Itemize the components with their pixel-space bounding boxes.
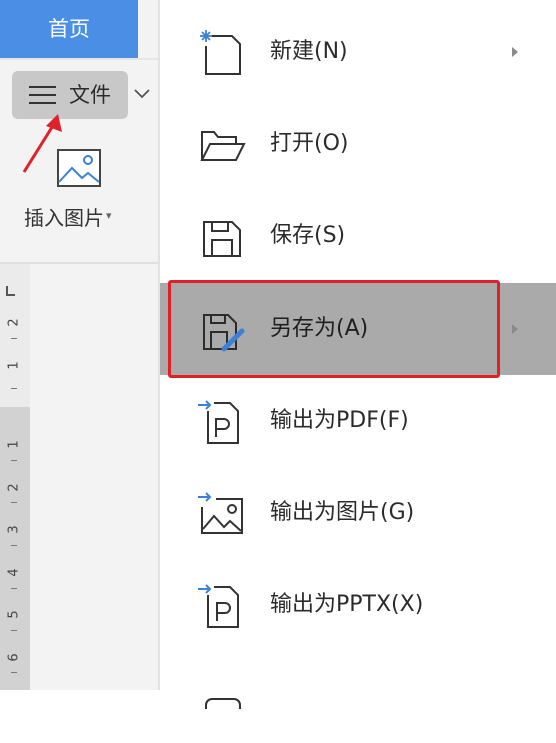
save-icon xyxy=(203,221,241,257)
ruler-number: 5 xyxy=(6,610,22,619)
menu-item-open[interactable]: 打开(O) xyxy=(160,98,556,190)
menu-item-export-pdf[interactable]: 输出为PDF(F) xyxy=(160,375,556,467)
menu-item-label: 新建(N) xyxy=(270,39,348,64)
menu-item-label: 输出为PPTX(X) xyxy=(270,592,424,617)
insert-image-label: 插入图片 xyxy=(24,206,104,230)
ruler-number: 6 xyxy=(6,653,22,662)
ruler-tick xyxy=(11,460,17,461)
menu-item-label: 打开(O) xyxy=(270,131,349,156)
ruler-number: 1 xyxy=(6,440,22,449)
menu-item-save-as[interactable]: 另存为(A) xyxy=(160,283,556,375)
menu-item-export-pptx[interactable]: 输出为PPTX(X) xyxy=(160,559,556,651)
ruler-number: 2 xyxy=(6,483,22,492)
file-dropdown-menu: 新建(N) 打开(O) 保存(S) 另存为(A) 输出为PDF(F) 输出为图片… xyxy=(160,0,556,709)
ruler-tick xyxy=(11,545,17,546)
chevron-down-icon[interactable] xyxy=(133,86,151,100)
submenu-arrow-icon xyxy=(512,47,518,57)
insert-image-icon[interactable] xyxy=(56,148,102,188)
hamburger-icon xyxy=(29,86,56,104)
folder-open-icon xyxy=(200,131,246,161)
ruler-number: 2 xyxy=(6,318,22,327)
ruler-tick xyxy=(11,630,17,631)
menu-item-label: 保存(S) xyxy=(270,223,346,248)
menu-item-label: 另存为(A) xyxy=(270,316,369,341)
export-pdf-icon xyxy=(198,400,239,444)
menu-item-partial[interactable] xyxy=(160,651,556,743)
menu-item-export-image[interactable]: 输出为图片(G) xyxy=(160,467,556,559)
export-pptx-icon xyxy=(198,584,239,628)
ruler-tick xyxy=(11,388,17,389)
save-as-icon xyxy=(203,314,245,352)
ruler-number: 3 xyxy=(6,525,22,534)
ruler-tick xyxy=(11,588,17,589)
menu-item-label: 输出为图片(G) xyxy=(270,500,415,525)
file-menu-label: 文件 xyxy=(69,83,111,107)
menu-item-new[interactable]: 新建(N) xyxy=(160,6,556,98)
toolbar-panel: 首页 文件 插入图片 ▾ 2 1 1 2 3 4 5 6 xyxy=(0,0,158,690)
export-image-icon xyxy=(198,492,243,534)
caret-down-icon: ▾ xyxy=(106,209,112,222)
submenu-arrow-icon xyxy=(512,324,518,334)
insert-image-button[interactable]: 插入图片 ▾ xyxy=(24,202,112,231)
ruler-tick xyxy=(11,672,17,673)
ruler-number: 1 xyxy=(6,361,22,370)
ruler-corner-marker xyxy=(6,286,15,296)
ruler-number: 4 xyxy=(6,568,22,577)
ruler-tick xyxy=(11,502,17,503)
tab-divider xyxy=(0,58,158,60)
ruler-tick xyxy=(11,338,17,339)
new-document-icon xyxy=(200,30,241,75)
tab-home[interactable]: 首页 xyxy=(0,0,138,58)
print-icon xyxy=(205,698,241,709)
menu-item-save[interactable]: 保存(S) xyxy=(160,190,556,282)
menu-item-label: 输出为PDF(F) xyxy=(270,408,409,433)
